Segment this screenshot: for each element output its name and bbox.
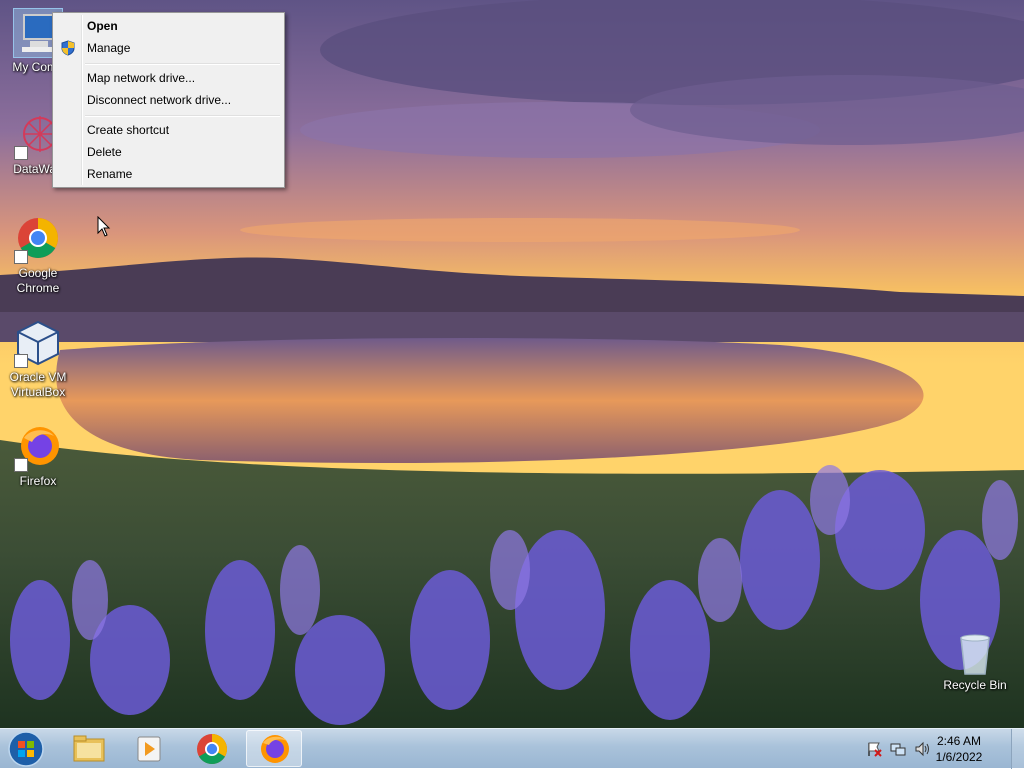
taskbar-button-firefox[interactable] [246,730,302,767]
desktop-icon-google-chrome[interactable]: Google Chrome [0,216,76,296]
start-button[interactable] [4,730,48,768]
taskbar: 2:46 AM 1/6/2022 [0,728,1024,769]
context-menu: Open Manage Map network drive... Disconn… [52,12,285,188]
desktop[interactable]: My Comp DataWag Google Chrome Oracle VM … [0,0,1024,728]
menu-item-map-network-drive[interactable]: Map network drive... [55,67,282,89]
desktop-icon-label: Google Chrome [16,266,60,295]
windows-logo-icon [8,731,44,767]
menu-item-create-shortcut[interactable]: Create shortcut [55,119,282,141]
clock-date: 1/6/2022 [935,750,983,764]
menu-item-delete[interactable]: Delete [55,141,282,163]
chrome-icon [14,216,62,264]
network-icon[interactable] [890,741,906,757]
shortcut-arrow-icon [14,146,28,160]
desktop-icon-label: Firefox [19,474,57,488]
taskbar-button-media-player[interactable] [122,730,178,767]
firefox-icon [14,424,62,472]
menu-item-label: Manage [87,41,131,55]
taskbar-button-google-chrome[interactable] [184,730,240,767]
virtualbox-icon [14,320,62,368]
shortcut-arrow-icon [14,250,28,264]
menu-item-manage[interactable]: Manage [55,37,282,59]
shortcut-arrow-icon [14,354,28,368]
desktop-icon-firefox[interactable]: Firefox [0,424,76,489]
desktop-icon-oracle-vm-virtualbox[interactable]: Oracle VM VirtualBox [0,320,76,400]
show-desktop-button[interactable] [1011,729,1024,769]
chrome-icon [197,734,227,765]
desktop-icon-label: Oracle VM VirtualBox [9,370,67,399]
menu-item-disconnect-network-drive[interactable]: Disconnect network drive... [55,89,282,111]
shield-icon [61,40,75,63]
mouse-cursor-icon [97,216,111,237]
taskbar-button-windows-explorer[interactable] [60,730,116,767]
menu-separator [85,63,280,65]
desktop-icon-label: Recycle Bin [943,678,1007,692]
volume-icon[interactable] [914,741,930,757]
clock-time: 2:46 AM [936,734,982,748]
firefox-icon [261,735,289,763]
action-center-flag-icon[interactable] [866,741,882,757]
desktop-icon-recycle-bin[interactable]: Recycle Bin [937,632,1013,693]
menu-item-open[interactable]: Open [55,15,282,37]
menu-separator [85,115,280,117]
menu-item-rename[interactable]: Rename [55,163,282,185]
shortcut-arrow-icon [14,458,28,472]
folder-icon [73,735,105,762]
media-player-icon [137,736,161,762]
recycle-bin-icon [951,632,999,676]
system-clock[interactable]: 2:46 AM 1/6/2022 [930,733,988,765]
